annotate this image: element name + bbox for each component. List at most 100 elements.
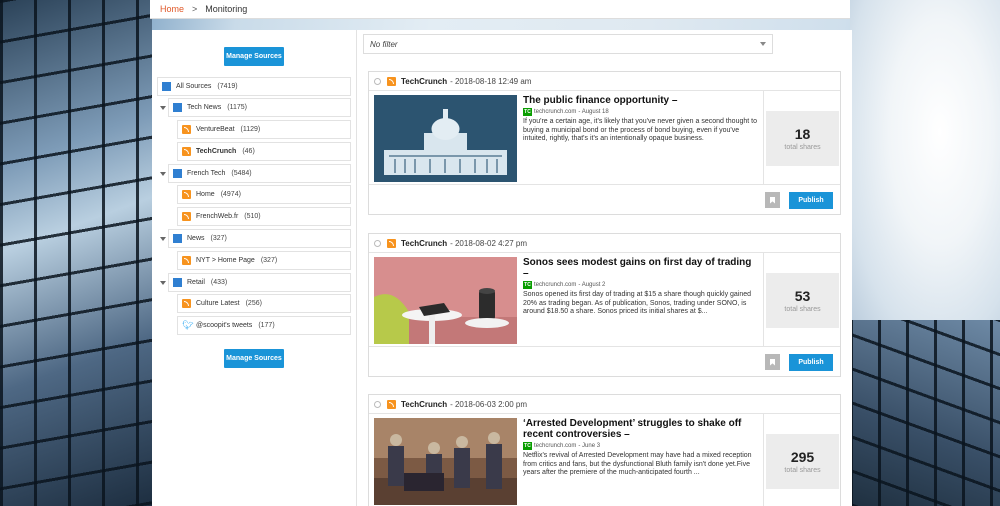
breadcrumb: Home > Monitoring [150,0,850,19]
sidebar-item-label: FrenchWeb.fr [196,213,239,220]
article-thumbnail[interactable] [374,95,517,182]
article-card: TechCrunch - 2018-08-18 12:49 am The pub… [368,71,841,215]
sidebar-item-venturebeat[interactable]: VentureBeat (1129) [177,120,351,139]
sidebar-item-home[interactable]: Home (4974) [177,185,351,204]
sidebar-item-count: (1129) [240,126,261,133]
sidebar-item-retail[interactable]: Retail (433) [168,273,351,292]
article-excerpt: Sonos opened its first day of trading at… [523,291,752,315]
shares-panel: 295 total shares [763,414,840,506]
main-panel: Manage Sources All Sources (7419) Tech N… [152,30,852,506]
chevron-down-icon[interactable] [160,106,166,110]
select-radio[interactable] [374,77,381,85]
sidebar-item-count: (46) [242,148,255,155]
folder-icon [173,169,182,178]
publish-button[interactable]: Publish [789,192,833,209]
folder-icon [173,103,182,112]
article-meta: TC techcrunch.com - August 2 [523,281,757,289]
sidebar-item-label: VentureBeat [196,126,235,133]
sidebar-item-techcrunch[interactable]: TechCrunch (46) [177,142,351,161]
article-meta: TC techcrunch.com - August 18 [523,108,757,116]
card-body: The public finance opportunity – TC tech… [369,91,840,185]
select-radio[interactable] [374,400,381,408]
publish-button[interactable]: Publish [789,354,833,371]
article-thumbnail[interactable] [374,257,517,344]
sidebar-item-label: French Tech [187,170,226,177]
folder-icon [173,278,182,287]
select-radio[interactable] [374,239,381,247]
sidebar-item-all-sources[interactable]: All Sources (7419) [157,77,351,96]
rss-icon [387,399,396,409]
bookmark-button[interactable] [765,192,780,208]
card-header: TechCrunch - 2018-06-03 2:00 pm [369,395,840,414]
sidebar-item-news[interactable]: News (327) [168,229,351,248]
techcrunch-icon: TC [523,108,532,116]
card-body: ‘Arrested Development’ struggles to shak… [369,414,840,506]
bookmark-icon [770,196,775,204]
shares-count: 18 [794,126,811,142]
card-header: TechCrunch - 2018-08-02 4:27 pm [369,234,840,253]
article-thumbnail[interactable] [374,418,517,505]
filter-select[interactable]: No filter [363,34,773,54]
article-site: techcrunch.com [534,282,577,288]
chevron-down-icon[interactable] [160,281,166,285]
card-footer: Publish [369,347,840,376]
card-source[interactable]: TechCrunch [401,400,447,409]
sidebar-item-count: (4974) [220,191,241,198]
sidebar-item-frenchweb[interactable]: FrenchWeb.fr (510) [177,207,351,226]
shares-label: total shares [784,306,821,313]
background-building-left [0,0,152,506]
sidebar-item-count: (510) [244,213,261,220]
sidebar-item-culture-latest[interactable]: Culture Latest (256) [177,294,351,313]
article-site: techcrunch.com [534,443,577,449]
card-footer: Publish [369,185,840,214]
bookmark-button[interactable] [765,354,780,370]
sidebar-item-count: (433) [210,279,228,286]
sidebar-item-count: (327) [260,257,278,264]
article-excerpt: Netflix's revival of Arrested Developmen… [523,452,752,476]
sources-sidebar: Manage Sources All Sources (7419) Tech N… [152,30,357,506]
twitter-icon: 🐦︎ [182,320,194,330]
shares-count: 295 [790,449,815,465]
breadcrumb-separator: > [192,4,198,14]
rss-icon [182,256,191,265]
article-card: TechCrunch - 2018-06-03 2:00 pm ‘Arreste… [368,394,841,506]
manage-sources-button-top[interactable]: Manage Sources [224,47,284,66]
article-site-date: - August 2 [578,282,606,288]
rss-icon [182,190,191,199]
article-meta: TC techcrunch.com - June 3 [523,442,757,450]
bookmark-icon [770,358,775,366]
filter-select-value: No filter [370,39,398,49]
sidebar-item-label: Culture Latest [196,300,240,307]
sidebar-item-label: TechCrunch [196,148,237,155]
sidebar-item-label: All Sources [176,83,212,90]
article-feed: No filter TechCrunch - 2018-08-18 12:49 … [357,30,852,506]
card-source[interactable]: TechCrunch [401,239,447,248]
card-date: - 2018-06-03 2:00 pm [450,399,528,409]
shares-label: total shares [784,467,821,474]
shares-box: 295 total shares [766,434,839,489]
sidebar-item-label: @scoopit's tweets [196,322,253,329]
chevron-down-icon[interactable] [160,172,166,176]
sidebar-item-french-tech[interactable]: French Tech (5484) [168,164,351,183]
article-title[interactable]: The public finance opportunity – [523,95,757,106]
chevron-down-icon[interactable] [160,237,166,241]
rss-icon [387,76,396,86]
shares-box: 18 total shares [766,111,839,166]
article-title[interactable]: Sonos sees modest gains on first day of … [523,257,757,279]
breadcrumb-home-link[interactable]: Home [160,4,184,14]
card-source[interactable]: TechCrunch [401,77,447,86]
sidebar-item-label: NYT > Home Page [196,257,255,264]
sidebar-item-label: News [187,235,205,242]
rss-icon [182,125,191,134]
sidebar-item-tech-news[interactable]: Tech News (1175) [168,98,351,117]
manage-sources-button-bottom[interactable]: Manage Sources [224,349,284,368]
sidebar-item-nyt-home-page[interactable]: NYT > Home Page (327) [177,251,351,270]
article-content: The public finance opportunity – TC tech… [523,95,757,144]
article-content: ‘Arrested Development’ struggles to shak… [523,418,757,478]
shares-panel: 18 total shares [763,91,840,185]
card-date: - 2018-08-18 12:49 am [450,76,532,86]
article-site-date: - June 3 [578,443,601,449]
article-title[interactable]: ‘Arrested Development’ struggles to shak… [523,418,757,440]
article-site: techcrunch.com [534,109,577,115]
sidebar-item-scoopit-tweets[interactable]: 🐦︎ @scoopit's tweets (177) [177,316,351,335]
